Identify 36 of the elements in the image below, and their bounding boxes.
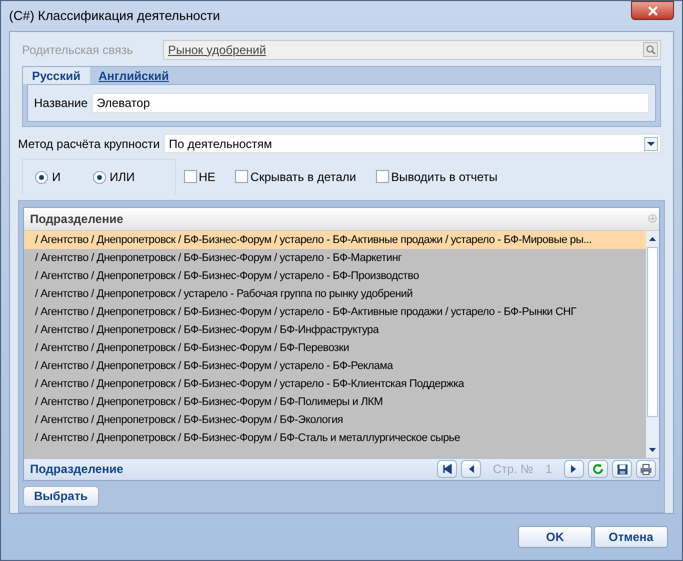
field-label: Название: [34, 94, 88, 112]
previous-page-button[interactable]: [460, 460, 481, 478]
radio-button[interactable]: И: [35, 168, 61, 186]
next-page-button[interactable]: [564, 460, 584, 478]
previous-icon: [466, 464, 475, 474]
first-page-icon: [442, 464, 452, 474]
close-icon: [648, 6, 658, 16]
print-button[interactable]: [636, 460, 656, 478]
window-title: (C#) Классификация деятельности: [9, 7, 220, 26]
column-header: Подразделение: [29, 210, 124, 228]
page-number: 1: [545, 461, 552, 478]
tab[interactable]: Русский: [23, 66, 90, 84]
dropdown[interactable]: По деятельностям: [164, 134, 661, 154]
checkbox[interactable]: Выводить в отчеты: [376, 168, 498, 186]
scrollbar[interactable]: [646, 230, 659, 458]
checkbox[interactable]: Скрывать в детали: [235, 168, 356, 186]
table-row[interactable]: / Агентство / Днепропетровск / БФ-Бизнес-Форум / устарело - БФ-Активные продажи / устарело - БФ-Мировые ры...: [24, 230, 646, 249]
grid-footer-title: Подразделение: [30, 461, 124, 478]
ok-button[interactable]: OK: [518, 526, 592, 548]
scroll-up-icon[interactable]: [648, 234, 657, 244]
radio-button[interactable]: ИЛИ: [92, 168, 135, 186]
tab[interactable]: Английский: [90, 66, 178, 84]
next-icon: [570, 464, 578, 474]
checkbox[interactable]: НЕ: [184, 168, 216, 186]
first-page-button[interactable]: [436, 460, 457, 478]
save-button[interactable]: [612, 460, 632, 478]
close-button[interactable]: [631, 1, 674, 20]
cancel-button[interactable]: Отмена: [594, 526, 668, 548]
field-label: Родительская связь: [22, 42, 134, 59]
select-button[interactable]: Выбрать: [23, 486, 99, 507]
name-field[interactable]: Элеватор: [92, 92, 649, 113]
printer-icon: [640, 464, 652, 475]
refresh-icon: [592, 463, 604, 476]
refresh-button[interactable]: [588, 460, 608, 478]
page-label: Стр. №: [492, 461, 534, 478]
field-label: Метод расчёта крупности: [18, 136, 160, 153]
